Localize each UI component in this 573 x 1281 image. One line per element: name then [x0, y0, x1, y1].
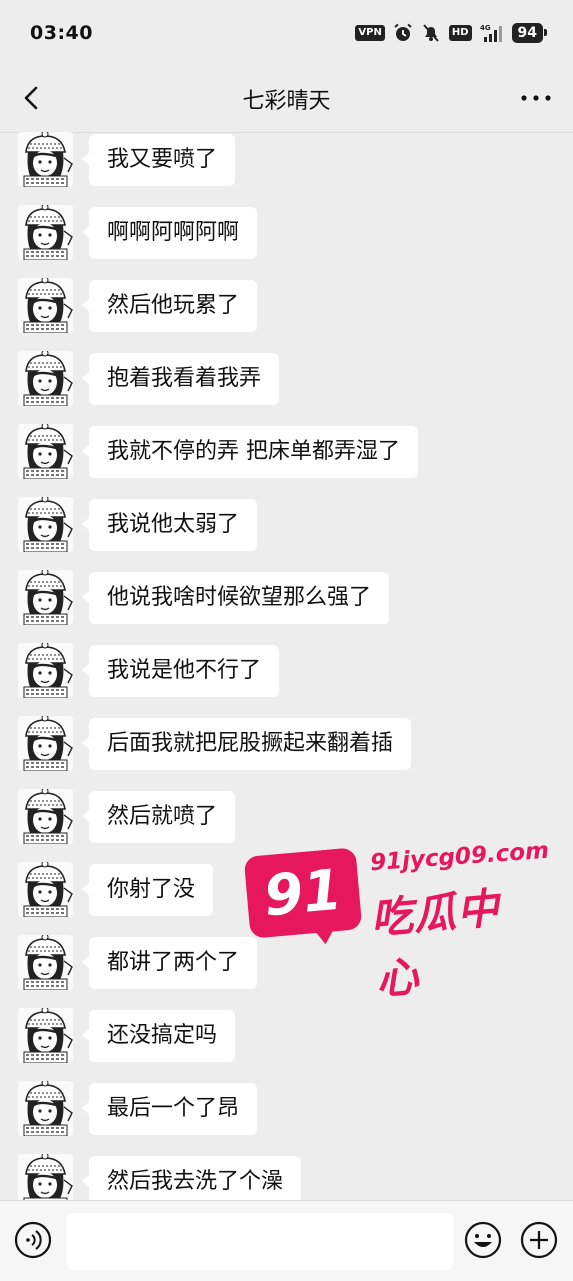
- message-bubble[interactable]: 他说我啥时候欲望那么强了: [81, 572, 390, 624]
- message-bubble[interactable]: 你射了没: [81, 864, 214, 916]
- avatar[interactable]: [18, 351, 73, 406]
- avatar[interactable]: [18, 862, 73, 917]
- message-bubble[interactable]: 还没搞定吗: [81, 1010, 236, 1062]
- mute-bell-icon: [423, 24, 439, 42]
- vpn-badge: VPN: [355, 25, 385, 41]
- message-bubble[interactable]: 都讲了两个了: [81, 937, 258, 989]
- message-row: 后面我就把屁股撅起来翻着插: [0, 716, 573, 776]
- chat-title: 七彩晴天: [242, 89, 331, 114]
- watermark-logo-number: 91: [261, 857, 345, 929]
- message-row: 抱着我看着我弄: [0, 351, 573, 411]
- watermark-url: 91jycg09.com: [369, 837, 550, 877]
- avatar[interactable]: [18, 643, 73, 698]
- message-bubble[interactable]: 我就不停的弄 把床单都弄湿了: [82, 426, 418, 478]
- message-row: 然后我去洗了个澡: [0, 1154, 573, 1200]
- message-bubble[interactable]: 啊啊阿啊阿啊: [81, 207, 258, 259]
- avatar[interactable]: [18, 570, 73, 625]
- avatar[interactable]: [18, 789, 73, 844]
- message-row: 他说我啥时候欲望那么强了: [0, 570, 573, 630]
- voice-icon[interactable]: [14, 1221, 52, 1259]
- message-bubble[interactable]: 我说他太弱了: [81, 499, 258, 551]
- message-list[interactable]: 我又要喷了 啊啊阿啊阿啊 然后他玩累了 抱着我看着我弄 我就不停的弄 把床单都弄…: [0, 132, 573, 1200]
- plus-icon[interactable]: [520, 1221, 558, 1259]
- message-bubble[interactable]: 然后他玩累了: [81, 280, 258, 332]
- message-row: 啊啊阿啊阿啊: [0, 205, 573, 265]
- watermark-name: 吃瓜中心: [368, 883, 502, 1005]
- message-bubble[interactable]: 然后我去洗了个澡: [81, 1156, 302, 1200]
- avatar[interactable]: [18, 1081, 73, 1136]
- avatar[interactable]: [18, 1008, 73, 1063]
- message-bubble[interactable]: 最后一个了昂: [81, 1083, 258, 1135]
- message-bubble[interactable]: 然后就喷了: [81, 791, 236, 843]
- avatar[interactable]: [18, 424, 73, 479]
- avatar[interactable]: [18, 278, 73, 333]
- input-bar: [0, 1200, 573, 1281]
- watermark-logo: 91: [243, 847, 363, 939]
- message-row: 然后他玩累了: [0, 278, 573, 338]
- more-dots-icon[interactable]: [519, 86, 553, 110]
- message-bubble[interactable]: 抱着我看着我弄: [81, 353, 280, 405]
- hd-badge: HD: [448, 25, 472, 41]
- status-bar: 03:40 VPN HD 4G 94: [0, 0, 573, 66]
- message-row: 我说是他不行了: [0, 643, 573, 703]
- chat-header: 七彩晴天: [0, 66, 573, 133]
- alarm-icon: [394, 23, 412, 41]
- avatar[interactable]: [18, 205, 73, 260]
- message-row: 我又要喷了: [0, 132, 573, 192]
- status-icons: VPN HD 4G 94: [355, 23, 548, 43]
- watermark: 91 91jycg09.com 吃瓜中心: [240, 838, 550, 1004]
- avatar[interactable]: [18, 1154, 73, 1200]
- message-bubble[interactable]: 我又要喷了: [81, 134, 236, 186]
- signal-icon: 4G: [480, 24, 502, 42]
- message-bubble[interactable]: 后面我就把屁股撅起来翻着插: [81, 718, 412, 770]
- svg-text:4G: 4G: [480, 24, 491, 32]
- avatar[interactable]: [18, 132, 73, 187]
- avatar[interactable]: [18, 716, 73, 771]
- battery-indicator: 94: [511, 23, 548, 43]
- message-row: 最后一个了昂: [0, 1081, 573, 1141]
- back-arrow-icon[interactable]: [16, 82, 48, 114]
- message-row: 还没搞定吗: [0, 1008, 573, 1068]
- avatar[interactable]: [18, 497, 73, 552]
- status-time: 03:40: [30, 22, 93, 44]
- message-input[interactable]: [67, 1213, 453, 1270]
- message-bubble[interactable]: 我说是他不行了: [81, 645, 280, 697]
- message-row: 我说他太弱了: [0, 497, 573, 557]
- avatar[interactable]: [18, 935, 73, 990]
- emoji-icon[interactable]: [464, 1221, 502, 1259]
- message-row: 我就不停的弄 把床单都弄湿了: [0, 424, 573, 484]
